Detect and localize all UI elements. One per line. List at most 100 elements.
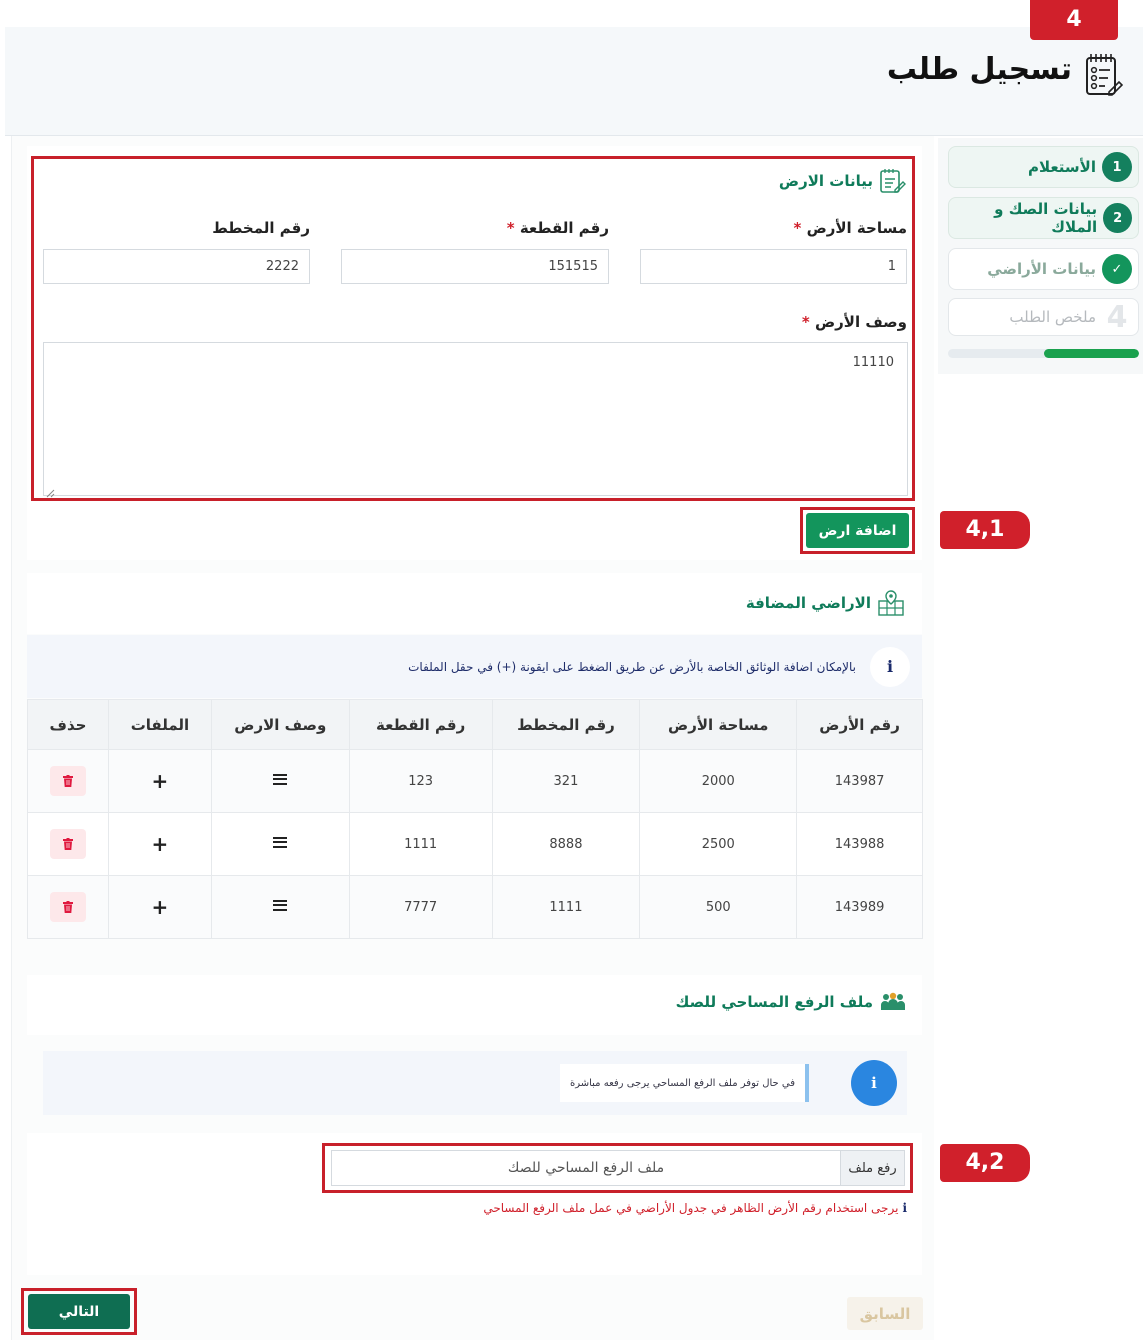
people-group-icon xyxy=(881,992,905,1010)
col-description: وصف الارض xyxy=(210,699,350,750)
survey-file-upload[interactable]: رفع ملف ملف الرفع المساحي للصك xyxy=(331,1150,905,1186)
land-area-input[interactable]: 1 xyxy=(640,249,907,284)
cell-plot: 1111 xyxy=(348,812,493,876)
step-lands[interactable]: ✓ بيانات الأراضي xyxy=(948,248,1139,290)
step-number-badge: 2 xyxy=(1103,203,1132,233)
cell-land-no: 143987 xyxy=(796,749,923,813)
clipboard-form-icon xyxy=(1083,52,1124,98)
required-mark: * xyxy=(506,219,515,237)
delete-button[interactable] xyxy=(49,766,86,796)
add-file-icon[interactable]: + xyxy=(152,895,169,919)
step-number-badge: 4 xyxy=(1106,299,1128,335)
description-label-text: وصف الأرض xyxy=(814,313,907,331)
table-header-row: رقم الأرض مساحة الأرض رقم المخطط رقم الق… xyxy=(27,699,923,750)
callout-upload: 4,2 xyxy=(940,1144,1030,1182)
resize-handle-icon[interactable] xyxy=(45,483,55,498)
info-icon: i xyxy=(851,1060,897,1106)
progress-fill xyxy=(1043,349,1139,358)
land-data-heading: بيانات الارض xyxy=(779,168,907,194)
table-row: 143988 2500 8888 1111 + xyxy=(27,812,923,876)
description-menu-icon[interactable] xyxy=(273,773,288,785)
cell-area: 500 xyxy=(639,875,798,939)
delete-button[interactable] xyxy=(49,892,86,922)
trash-icon xyxy=(62,901,73,913)
step-deed-owners[interactable]: 2 بيانات الصك و الملاك xyxy=(948,197,1139,239)
steps-progress-bar xyxy=(948,349,1139,358)
delete-button[interactable] xyxy=(49,829,86,859)
table-row: 143987 2000 321 123 + xyxy=(27,749,923,813)
check-icon: ✓ xyxy=(1102,254,1132,284)
land-map-icon xyxy=(878,590,904,616)
area-label: مساحة الأرض * xyxy=(647,219,907,237)
col-plot: رقم القطعة xyxy=(348,699,493,750)
description-menu-icon[interactable] xyxy=(273,899,288,911)
add-file-icon[interactable]: + xyxy=(152,832,169,856)
cell-description xyxy=(210,812,350,876)
cell-description xyxy=(210,875,350,939)
upload-file-button[interactable]: رفع ملف xyxy=(840,1151,904,1185)
lands-table-wrapper: رقم الأرض مساحة الأرض رقم المخطط رقم الق… xyxy=(27,699,923,939)
cell-files: + xyxy=(107,812,212,876)
col-land-no: رقم الأرض xyxy=(796,699,923,750)
survey-file-heading: ملف الرفع المساحي للصك xyxy=(676,992,907,1012)
trash-icon xyxy=(62,775,73,787)
step-label: بيانات الأراضي xyxy=(987,260,1096,278)
previous-button[interactable]: السابق xyxy=(847,1297,923,1330)
step-summary[interactable]: 4 ملخص الطلب xyxy=(948,298,1139,336)
upload-file-placeholder[interactable]: ملف الرفع المساحي للصك xyxy=(332,1151,840,1185)
land-form-icon xyxy=(880,169,906,193)
step-label: بيانات الصك و الملاك xyxy=(994,200,1098,236)
required-mark: * xyxy=(793,219,802,237)
step-label: ملخص الطلب xyxy=(1009,308,1096,326)
add-file-icon[interactable]: + xyxy=(152,769,169,793)
col-files: الملفات xyxy=(107,699,212,750)
plan-label: رقم المخطط xyxy=(212,219,310,237)
plot-label-text: رقم القطعة xyxy=(519,219,609,237)
added-lands-heading: الاراضي المضافة xyxy=(746,589,907,617)
step-inquiry[interactable]: 1 الأستعلام xyxy=(948,146,1139,188)
cell-plot: 123 xyxy=(348,749,493,813)
survey-info-bar: i في حال توفر ملف الرفع المساحي يرجى رفع… xyxy=(43,1051,907,1115)
add-land-button[interactable]: اضافة ارض xyxy=(806,513,909,548)
col-delete: حذف xyxy=(27,699,109,750)
step-number-badge: 1 xyxy=(1102,152,1132,182)
plot-label: رقم القطعة * xyxy=(349,219,609,237)
cell-area: 2500 xyxy=(639,812,798,876)
col-plan: رقم المخطط xyxy=(491,699,641,750)
survey-warning-text: يرجى استخدام رقم الأرض الظاهر في جدول ال… xyxy=(483,1201,899,1215)
added-lands-title: الاراضي المضافة xyxy=(745,594,871,612)
cell-description xyxy=(210,749,350,813)
required-mark: * xyxy=(801,313,810,331)
cell-land-no: 143989 xyxy=(796,875,923,939)
step-label: الأستعلام xyxy=(1027,158,1096,176)
cell-plan: 8888 xyxy=(491,812,641,876)
land-data-title: بيانات الارض xyxy=(778,172,873,190)
description-menu-icon[interactable] xyxy=(273,836,288,848)
added-lands-info-text: بالإمكان اضافة الوثائق الخاصة بالأرض عن … xyxy=(408,659,856,674)
page-title: تسجيل طلب xyxy=(886,52,1072,87)
plan-number-input[interactable]: 2222 xyxy=(43,249,310,284)
cell-plot: 7777 xyxy=(348,875,493,939)
plot-number-input[interactable]: 151515 xyxy=(341,249,609,284)
warning-info-icon: i xyxy=(902,1201,907,1215)
col-area: مساحة الأرض xyxy=(639,699,798,750)
callout-add-land: 4,1 xyxy=(940,511,1030,549)
step-tag: 4 xyxy=(1030,0,1118,40)
cell-area: 2000 xyxy=(639,749,798,813)
survey-file-title: ملف الرفع المساحي للصك xyxy=(675,993,873,1011)
next-button[interactable]: التالي xyxy=(28,1294,130,1329)
trash-icon xyxy=(62,838,73,850)
survey-warning: i يرجى استخدام رقم الأرض الظاهر في جدول … xyxy=(483,1201,907,1215)
table-row: 143989 500 1111 7777 + xyxy=(27,875,923,939)
cell-delete xyxy=(27,749,109,813)
cell-plan: 321 xyxy=(491,749,641,813)
description-label: وصف الأرض * xyxy=(647,313,907,331)
area-label-text: مساحة الأرض xyxy=(806,219,907,237)
land-description-textarea[interactable]: 11110 xyxy=(43,342,908,496)
added-lands-info: i بالإمكان اضافة الوثائق الخاصة بالأرض ع… xyxy=(27,635,922,698)
cell-land-no: 143988 xyxy=(796,812,923,876)
cell-files: + xyxy=(107,749,212,813)
cell-delete xyxy=(27,812,109,876)
info-icon: i xyxy=(870,646,910,687)
survey-info-text: في حال توفر ملف الرفع المساحي يرجى رفعه … xyxy=(559,1064,809,1102)
